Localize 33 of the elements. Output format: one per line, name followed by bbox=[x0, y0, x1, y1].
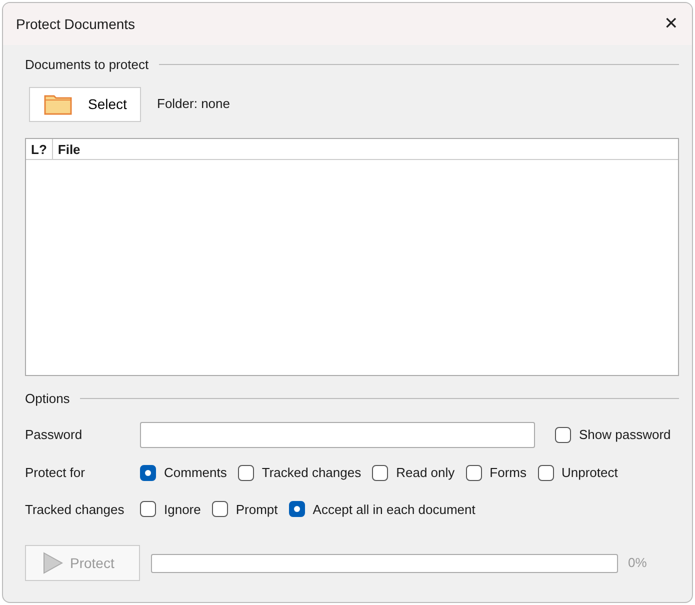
checkbox-label: Ignore bbox=[164, 500, 201, 519]
column-header[interactable]: L? bbox=[26, 138, 53, 158]
folder-icon bbox=[44, 93, 72, 115]
checkbox-label: Accept all in each document bbox=[312, 500, 476, 519]
play-icon bbox=[42, 551, 64, 575]
checkbox[interactable] bbox=[555, 427, 571, 443]
checkbox-label: Read only bbox=[396, 464, 455, 482]
checkbox[interactable] bbox=[288, 501, 305, 518]
folder-label: Folder: none bbox=[157, 95, 230, 114]
section-heading: Options bbox=[25, 390, 70, 408]
checkbox[interactable] bbox=[212, 501, 228, 518]
close-button[interactable]: ✕ bbox=[660, 11, 682, 37]
select-button[interactable]: Select bbox=[29, 86, 141, 122]
column-header[interactable]: File bbox=[52, 138, 86, 158]
checkbox[interactable] bbox=[238, 464, 254, 481]
checkbox-label: Tracked changes bbox=[262, 464, 362, 482]
checkbox[interactable] bbox=[140, 464, 156, 481]
progress-reading: 0% bbox=[628, 554, 647, 572]
password-field[interactable] bbox=[140, 422, 535, 448]
field-label: Protect for bbox=[25, 464, 86, 482]
checkbox[interactable] bbox=[466, 464, 482, 481]
checkbox-label: Forms bbox=[490, 464, 526, 482]
checkbox[interactable] bbox=[538, 464, 554, 481]
field-label: Password bbox=[25, 426, 84, 444]
checkbox-label: Unprotect bbox=[562, 464, 618, 482]
window-title: Protect Documents bbox=[16, 14, 136, 34]
checkbox-label: Prompt bbox=[236, 500, 278, 519]
field-label: Tracked changes bbox=[25, 500, 126, 519]
checkbox-label: Comments bbox=[164, 464, 227, 482]
checkbox[interactable] bbox=[140, 501, 156, 518]
checkbox[interactable] bbox=[372, 464, 388, 481]
section-heading: Documents to protect bbox=[25, 56, 149, 74]
checkbox-label: Show password bbox=[579, 426, 671, 444]
